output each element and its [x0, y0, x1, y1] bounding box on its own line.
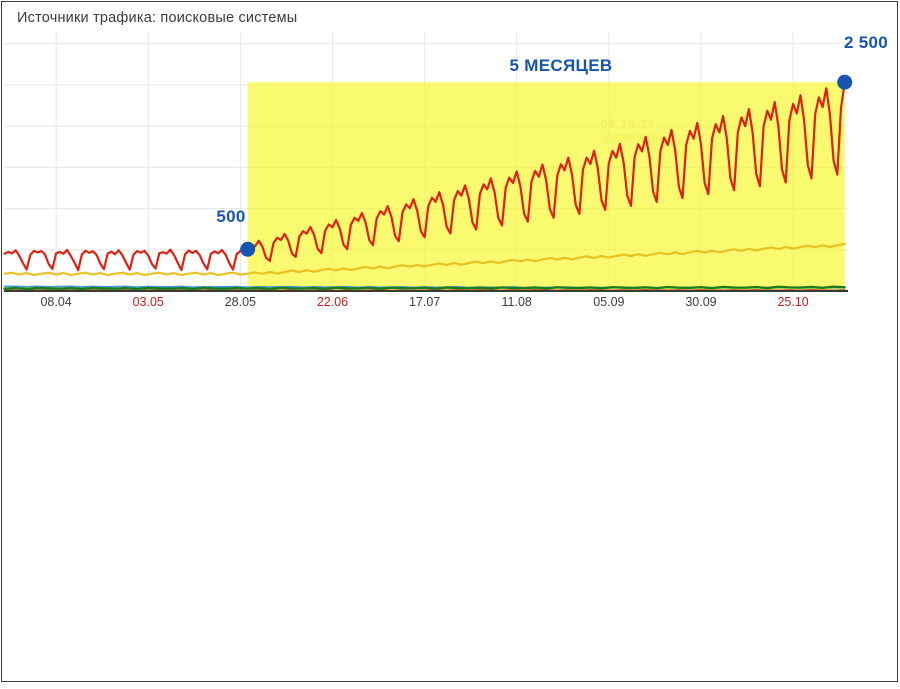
traffic-chart: 08.10.10 500 5 МЕСЯЦЕВ 2 500 08.0403.052… [0, 0, 900, 330]
x-tick-label: 28.05 [210, 295, 270, 309]
marker-start-dot [240, 242, 255, 257]
x-tick-label: 03.05 [118, 295, 178, 309]
x-tick-label: 30.09 [671, 295, 731, 309]
x-tick-label: 11.08 [487, 295, 547, 309]
x-tick-label: 05.09 [579, 295, 639, 309]
x-tick-label: 08.04 [26, 295, 86, 309]
annotation-end-value: 2 500 [834, 33, 898, 53]
chart-canvas [0, 0, 900, 330]
x-tick-label: 25.10 [763, 295, 823, 309]
annotation-start-value: 500 [205, 207, 257, 227]
screenshot-root: { "chart_data": { "type": "line", "title… [0, 0, 900, 689]
x-tick-label: 17.07 [395, 295, 455, 309]
chart-title: Источники трафика: поисковые системы [17, 10, 297, 26]
annotation-range-label: 5 МЕСЯЦЕВ [496, 56, 626, 76]
x-tick-label: 22.06 [302, 295, 362, 309]
marker-end-dot [837, 75, 852, 90]
